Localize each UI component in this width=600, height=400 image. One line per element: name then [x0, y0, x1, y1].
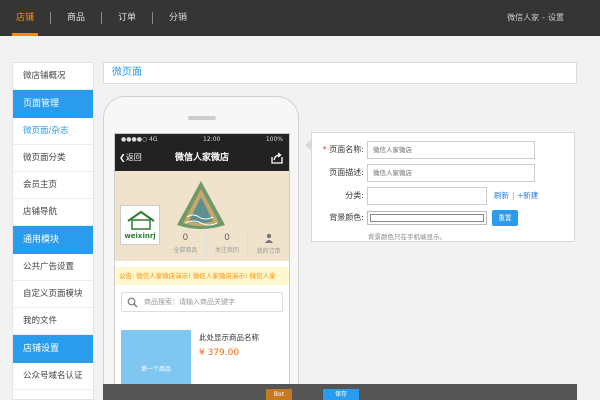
- page-desc-input[interactable]: 微信人家微店: [367, 164, 535, 182]
- bg-color-hint: 背景颜色只在手机端显示。: [368, 233, 446, 241]
- sidebar-item-domain-auth[interactable]: 公众号域名认证: [13, 363, 93, 390]
- stat-my-orders[interactable]: 我的订单: [247, 231, 289, 259]
- notice-bar: 公告: 微信人家微店演示! 微信人家微店演示! 微信人家: [115, 267, 289, 285]
- stat-number: 0: [224, 233, 230, 243]
- form-row-desc: 页面描述: 微信人家微店: [312, 164, 576, 182]
- page-name-label: * 页面名称:: [312, 141, 364, 159]
- sidebar-item-page-categories[interactable]: 微页面分类: [13, 145, 93, 172]
- phone-page-title: 微信人家微店: [174, 153, 229, 163]
- settings-link[interactable]: 设置: [548, 13, 564, 22]
- sidebar-item-custom-modules[interactable]: 自定义页面模块: [13, 281, 93, 308]
- phone-nav-bar: ❮返回 微信人家微店: [115, 145, 289, 171]
- sidebar: 微店铺概况 页面管理 微页面/杂志 微页面分类 会员主页 店铺导航 通用模块 公…: [12, 62, 94, 400]
- store-logo: weixinrj: [120, 205, 160, 245]
- top-bar: 店铺 商品 订单 分销 微信人家 - 设置: [0, 0, 600, 36]
- user-menu: 微信人家 - 设置: [507, 0, 564, 36]
- phone-status-bar: ●●●●○ 4G 12:00 100%: [115, 134, 289, 145]
- color-swatch: [370, 214, 484, 222]
- share-icon[interactable]: [271, 152, 283, 164]
- reset-button[interactable]: 重置: [492, 210, 518, 226]
- top-nav-orders[interactable]: 订单: [102, 0, 152, 36]
- user-name-link[interactable]: 微信人家: [507, 13, 539, 22]
- sidebar-item-member-home[interactable]: 会员主页: [13, 172, 93, 199]
- search-placeholder: 商品搜索：请输入商品关键字: [144, 298, 235, 306]
- form-row-category: 分类: 刷新 | +新建: [312, 187, 576, 205]
- page-name-label-text: 页面名称:: [329, 145, 364, 154]
- store-stats: 0 全部商品 0 关注我的 我的订单: [165, 231, 289, 259]
- new-category-link[interactable]: +新建: [517, 187, 538, 205]
- top-nav-store[interactable]: 店铺: [0, 0, 50, 36]
- link-separator: |: [512, 191, 515, 200]
- page-name-input[interactable]: 微信人家微店: [367, 141, 535, 159]
- stat-followers[interactable]: 0 关注我的: [205, 231, 248, 259]
- top-nav: 店铺 商品 订单 分销: [0, 0, 203, 36]
- status-time: 12:00: [203, 136, 221, 143]
- user-icon: [264, 233, 273, 243]
- top-nav-distribution[interactable]: 分销: [153, 0, 203, 36]
- sidebar-item-overview[interactable]: 微店铺概况: [13, 63, 93, 90]
- logo-text: weixinrj: [124, 232, 156, 240]
- phone-screen: ●●●●○ 4G 12:00 100% ❮返回 微信人家微店 weixinrj …: [114, 133, 290, 400]
- category-label: 分类:: [345, 191, 364, 200]
- save-button[interactable]: 保存: [323, 389, 359, 400]
- mountain-logo-image: [177, 181, 225, 229]
- stat-number: 0: [182, 233, 189, 243]
- phone-speaker: [188, 116, 216, 120]
- page-desc-label: 页面描述:: [329, 168, 364, 177]
- bottom-logo: Bot: [266, 389, 292, 400]
- page-title: 微页面: [103, 62, 577, 84]
- form-row-bg-color: 背景颜色: 重置: [312, 209, 576, 227]
- stat-label: 全部商品: [173, 247, 198, 254]
- bg-color-label: 背景颜色:: [329, 213, 364, 222]
- category-select[interactable]: [367, 187, 487, 205]
- store-banner: weixinrj 0 全部商品 0 关注我的 我的订单: [115, 171, 289, 261]
- product-price: ¥ 379.00: [199, 348, 240, 358]
- refresh-link[interactable]: 刷新: [494, 187, 509, 205]
- sidebar-item-my-files[interactable]: 我的文件: [13, 308, 93, 335]
- bg-color-picker[interactable]: [367, 211, 487, 225]
- house-icon: [127, 210, 155, 230]
- phone-preview: ●●●●○ 4G 12:00 100% ❮返回 微信人家微店 weixinrj …: [103, 96, 299, 400]
- sidebar-item-store-nav[interactable]: 店铺导航: [13, 199, 93, 226]
- separator-dash: -: [542, 13, 545, 22]
- stat-all-products[interactable]: 0 全部商品: [165, 231, 206, 259]
- stat-label: 关注我的: [215, 247, 240, 254]
- stat-label: 我的订单: [256, 248, 281, 255]
- form-row-name: * 页面名称: 微信人家微店: [312, 141, 576, 159]
- sidebar-group-common: 通用模块: [13, 226, 93, 254]
- sidebar-item-micro-pages[interactable]: 微页面/杂志: [13, 118, 93, 145]
- product-search-box[interactable]: 商品搜索：请输入商品关键字: [121, 292, 283, 312]
- signal-indicator: ●●●●○ 4G: [121, 136, 158, 143]
- search-icon: [127, 297, 138, 308]
- bottom-action-bar: Bot 保存: [103, 384, 577, 400]
- sidebar-item-public-ads[interactable]: 公共广告设置: [13, 254, 93, 281]
- page-settings-form: * 页面名称: 微信人家微店 页面描述: 微信人家微店 分类: 刷新 | +新建…: [305, 132, 576, 242]
- battery-indicator: 100%: [265, 136, 283, 143]
- top-nav-products[interactable]: 商品: [51, 0, 101, 36]
- sidebar-group-store-settings: 店铺设置: [13, 335, 93, 363]
- sidebar-group-pages: 页面管理: [13, 90, 93, 118]
- product-name: 此处显示商品名称: [199, 333, 259, 342]
